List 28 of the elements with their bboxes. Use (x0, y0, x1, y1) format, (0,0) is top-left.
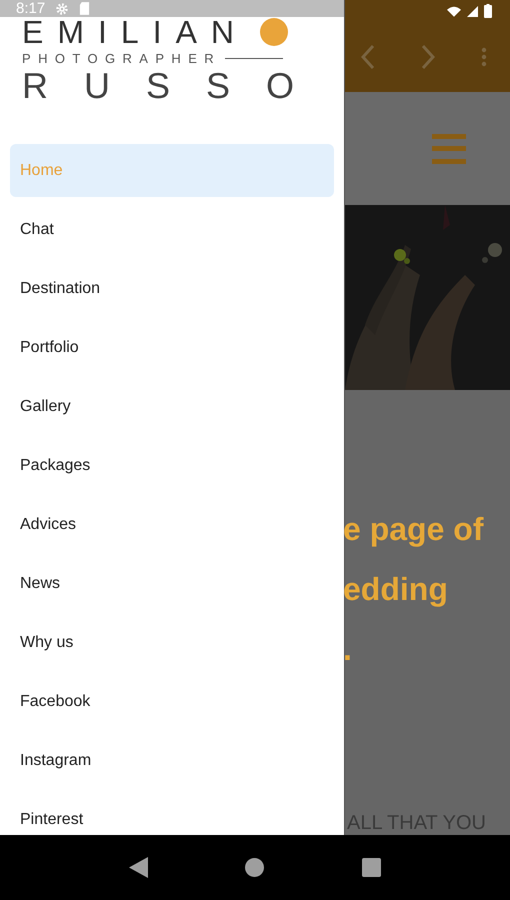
logo-last-name: RUSSO (22, 66, 330, 106)
menu-item[interactable]: Instagram (10, 734, 334, 787)
status-time: 8:17 (16, 0, 46, 17)
page-heading-text: e page of (343, 510, 485, 549)
logo-dot (260, 18, 288, 46)
page-heading-text: edding (343, 570, 449, 609)
wifi-icon (447, 6, 461, 16)
menu-item[interactable]: Why us (10, 616, 334, 669)
menu-icon[interactable] (432, 134, 466, 164)
back-icon[interactable] (128, 857, 148, 878)
menu-item[interactable]: Pinterest (10, 793, 334, 835)
menu-item[interactable]: Advices (10, 498, 334, 551)
recents-icon[interactable] (362, 858, 382, 877)
menu-item[interactable]: Packages (10, 439, 334, 492)
more-icon[interactable] (481, 47, 487, 67)
home-icon[interactable] (245, 858, 264, 877)
menu-item[interactable]: Destination (10, 262, 334, 315)
logo-tagline: PHOTOGRAPHER (22, 51, 222, 66)
menu-item[interactable]: Chat (10, 203, 334, 256)
menu-item[interactable]: Facebook (10, 675, 334, 728)
menu-item[interactable]: Portfolio (10, 321, 334, 374)
page-heading-text: . (343, 630, 353, 669)
menu-item[interactable]: Gallery (10, 380, 334, 433)
battery-icon (484, 4, 492, 18)
signal-icon (467, 6, 478, 16)
sd-card-icon (79, 1, 90, 16)
menu-item[interactable]: News (10, 557, 334, 610)
logo-first-name: EMILIAN (22, 17, 248, 47)
